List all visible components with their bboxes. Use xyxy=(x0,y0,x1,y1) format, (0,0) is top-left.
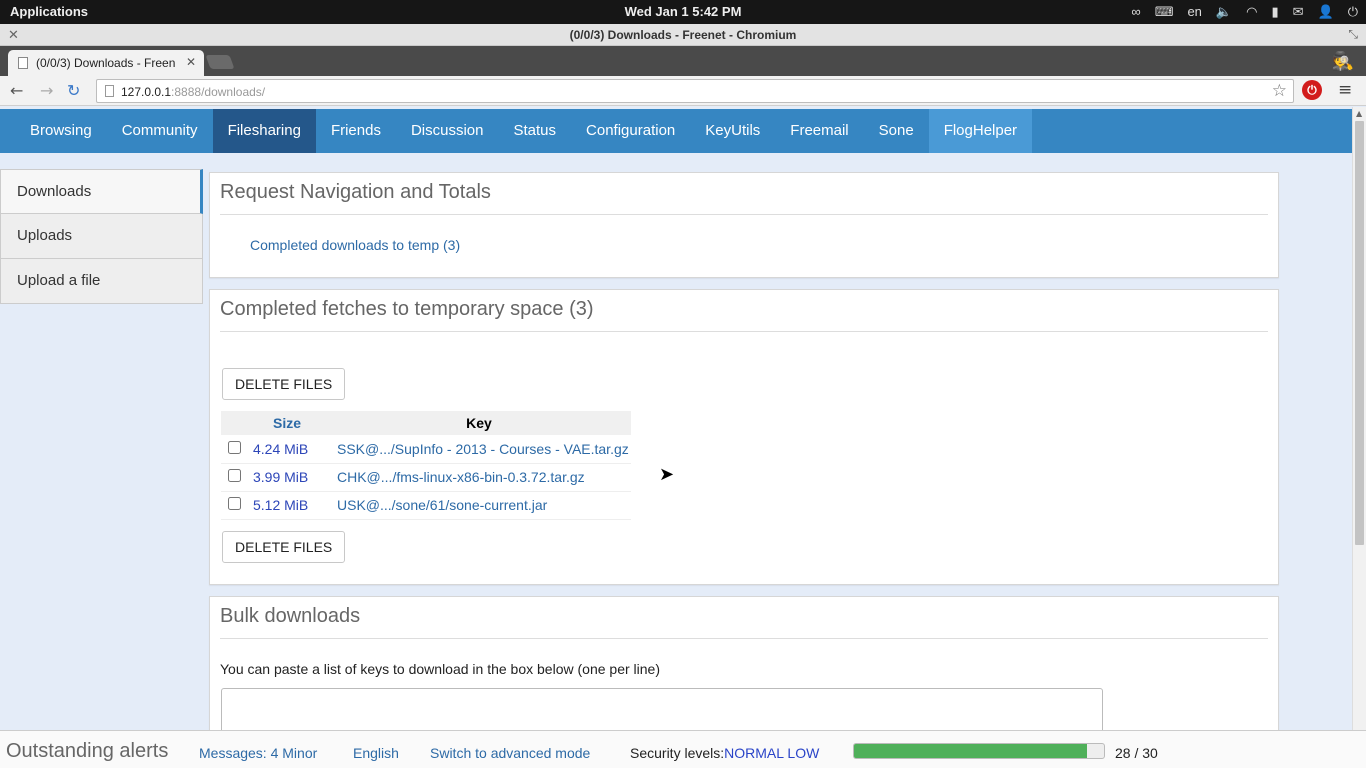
section-title: Completed fetches to temporary space (3) xyxy=(220,298,1268,332)
file-size: 4.24 MiB xyxy=(247,435,327,464)
browser-tab[interactable]: (0/0/3) Downloads - Freen ✕ xyxy=(8,50,204,76)
sidebar-item-downloads[interactable]: Downloads xyxy=(0,169,203,214)
bulk-instructions: You can paste a list of keys to download… xyxy=(220,661,660,677)
nav-browsing[interactable]: Browsing xyxy=(15,109,107,153)
section-title: Bulk downloads xyxy=(220,605,1268,639)
nav-freemail[interactable]: Freemail xyxy=(775,109,863,153)
page-content: Browsing Community Filesharing Friends D… xyxy=(0,107,1352,730)
file-key-link[interactable]: USK@.../sone/61/sone-current.jar xyxy=(337,497,547,513)
nav-floghelper[interactable]: FlogHelper xyxy=(928,109,1033,153)
file-key-link[interactable]: CHK@.../fms-linux-x86-bin-0.3.72.tar.gz xyxy=(337,469,585,485)
status-bar: Outstanding alerts Messages: 4 Minor Eng… xyxy=(0,730,1366,768)
downloads-table: Size Key 4.24 MiB SSK@.../SupInfo - 2013… xyxy=(221,411,631,520)
forward-icon[interactable]: → xyxy=(40,81,53,100)
file-size: 3.99 MiB xyxy=(247,463,327,492)
security-levels: Security levels:NORMAL LOW xyxy=(630,745,819,761)
window-title: (0/0/3) Downloads - Freenet - Chromium xyxy=(569,28,797,42)
nav-configuration[interactable]: Configuration xyxy=(571,109,690,153)
messages-link[interactable]: Messages: 4 Minor xyxy=(199,745,317,761)
window-titlebar: ✕ (0/0/3) Downloads - Freenet - Chromium… xyxy=(0,24,1366,46)
nav-community[interactable]: Community xyxy=(107,109,213,153)
outstanding-alerts: Outstanding alerts xyxy=(6,740,169,762)
nav-sone[interactable]: Sone xyxy=(864,109,929,153)
nav-status[interactable]: Status xyxy=(499,109,572,153)
row-checkbox[interactable] xyxy=(227,469,241,482)
row-checkbox[interactable] xyxy=(227,440,241,454)
section-title: Request Navigation and Totals xyxy=(220,181,1268,215)
keyboard-icon[interactable]: ⌨ xyxy=(1155,0,1174,24)
request-navigation-box: Request Navigation and Totals Completed … xyxy=(209,172,1279,278)
address-bar[interactable]: 127.0.0.1:8888/downloads/ ☆ xyxy=(96,79,1294,103)
size-column-header[interactable]: Size xyxy=(247,411,327,435)
security-value-link[interactable]: NORMAL LOW xyxy=(724,745,819,761)
page-icon xyxy=(105,85,114,97)
extension-stop-icon[interactable]: ⏻ xyxy=(1302,80,1322,100)
nav-discussion[interactable]: Discussion xyxy=(396,109,499,153)
tray: ∞ ⌨ en 🔈 ◠ ▮ ✉ 👤 ⏻ xyxy=(1131,0,1358,24)
reload-icon[interactable]: ↻ xyxy=(67,81,80,100)
table-row: 3.99 MiB CHK@.../fms-linux-x86-bin-0.3.7… xyxy=(221,463,631,492)
peer-progress-bar xyxy=(853,743,1105,759)
delete-files-button[interactable]: DELETE FILES xyxy=(222,531,346,563)
nav-keyutils[interactable]: KeyUtils xyxy=(690,109,775,153)
battery-icon[interactable]: ▮ xyxy=(1271,0,1278,24)
table-row: 4.24 MiB SSK@.../SupInfo - 2013 - Course… xyxy=(221,435,631,464)
bulk-keys-textarea[interactable] xyxy=(221,688,1103,730)
file-key-link[interactable]: SSK@.../SupInfo - 2013 - Courses - VAE.t… xyxy=(337,441,629,457)
sidebar: Downloads Uploads Upload a file xyxy=(0,169,203,304)
user-icon[interactable]: 👤 xyxy=(1318,0,1334,24)
bulk-downloads-box: Bulk downloads You can paste a list of k… xyxy=(209,596,1279,730)
checkbox-header xyxy=(221,411,247,435)
wifi-icon[interactable]: ◠ xyxy=(1246,0,1257,24)
nav-filesharing[interactable]: Filesharing xyxy=(212,109,316,153)
tab-strip: (0/0/3) Downloads - Freen ✕ 🕵 xyxy=(0,46,1366,76)
menu-icon[interactable]: ≡ xyxy=(1338,80,1352,100)
progress-text: 28 / 30 xyxy=(1115,745,1158,761)
url-path: :8888/downloads/ xyxy=(171,85,266,99)
security-label: Security levels: xyxy=(630,745,725,761)
infinity-icon[interactable]: ∞ xyxy=(1131,0,1140,24)
mouse-cursor-icon: ➤ xyxy=(659,464,675,485)
maximize-icon[interactable]: ⤡ xyxy=(1348,27,1358,42)
language-indicator[interactable]: en xyxy=(1187,0,1201,24)
page-icon xyxy=(18,57,28,69)
sidebar-item-uploads[interactable]: Uploads xyxy=(0,214,203,259)
delete-files-button[interactable]: DELETE FILES xyxy=(222,368,346,400)
tab-close-icon[interactable]: ✕ xyxy=(186,55,196,69)
completed-temp-link[interactable]: Completed downloads to temp (3) xyxy=(250,237,460,253)
progress-fill xyxy=(854,744,1087,758)
bookmark-star-icon[interactable]: ☆ xyxy=(1272,81,1287,101)
scrollbar-thumb[interactable] xyxy=(1355,121,1364,545)
table-header: Size Key xyxy=(221,411,631,435)
back-icon[interactable]: ← xyxy=(10,81,23,100)
vertical-scrollbar[interactable]: ▲ xyxy=(1352,107,1366,730)
browser-toolbar: ← → ↻ 127.0.0.1:8888/downloads/ ☆ xyxy=(0,76,1366,106)
applications-menu[interactable]: Applications xyxy=(10,4,88,19)
top-navigation: Browsing Community Filesharing Friends D… xyxy=(0,109,1352,153)
advanced-mode-link[interactable]: Switch to advanced mode xyxy=(430,745,590,761)
power-icon[interactable]: ⏻ xyxy=(1348,0,1358,24)
system-panel: Applications Wed Jan 1 5:42 PM ∞ ⌨ en 🔈 … xyxy=(0,0,1366,24)
mail-icon[interactable]: ✉ xyxy=(1293,0,1304,24)
url-host: 127.0.0.1 xyxy=(121,85,172,99)
tab-title: (0/0/3) Downloads - Freen xyxy=(36,56,176,70)
sidebar-item-upload-file[interactable]: Upload a file xyxy=(0,259,203,304)
key-column-header: Key xyxy=(327,411,631,435)
new-tab-button[interactable] xyxy=(205,55,235,69)
table-row: 5.12 MiB USK@.../sone/61/sone-current.ja… xyxy=(221,491,631,520)
scroll-up-icon[interactable]: ▲ xyxy=(1356,109,1362,118)
completed-fetches-box: Completed fetches to temporary space (3)… xyxy=(209,289,1279,585)
incognito-icon: 🕵 xyxy=(1331,51,1354,72)
volume-icon[interactable]: 🔈 xyxy=(1216,0,1232,24)
file-size: 5.12 MiB xyxy=(247,491,327,520)
nav-friends[interactable]: Friends xyxy=(316,109,396,153)
language-link[interactable]: English xyxy=(353,745,399,761)
row-checkbox[interactable] xyxy=(227,497,241,510)
